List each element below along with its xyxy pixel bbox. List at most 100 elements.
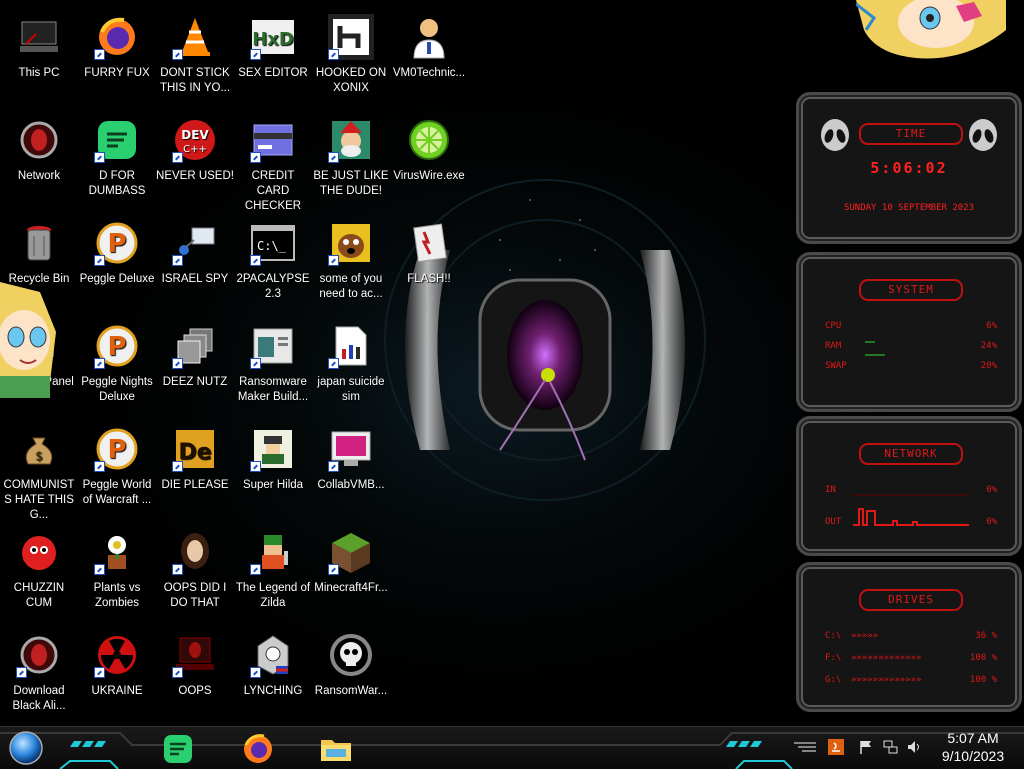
shortcut-arrow-icon xyxy=(94,564,105,575)
desktop-icon-peggle-deluxe[interactable]: P Peggle Deluxe xyxy=(78,214,156,314)
start-orb-icon xyxy=(9,731,43,765)
shortcut-arrow-icon xyxy=(250,667,261,678)
start-button[interactable] xyxy=(6,730,46,766)
taskbar-file-explorer[interactable] xyxy=(316,731,356,767)
lime-icon xyxy=(406,117,452,163)
shortcut-arrow-icon xyxy=(328,461,339,472)
network-traffic-graph xyxy=(853,494,969,526)
desktop-icon-network[interactable]: Network xyxy=(0,111,78,211)
desktop-icon-japan-suicide-sim[interactable]: japan suicide sim xyxy=(312,317,390,417)
desktop-icon-oops-did-i[interactable]: OOPS DID I DO THAT xyxy=(156,523,234,623)
desktop-icon-lynching[interactable]: LYNCHING xyxy=(234,626,312,726)
shortcut-arrow-icon xyxy=(328,564,339,575)
drive-c-bar: »»»»» xyxy=(851,631,879,641)
desktop-icon-chuzzin[interactable]: CHUZZIN CUM xyxy=(0,523,78,623)
desktop-icon-minecraft[interactable]: Minecraft4Fr... xyxy=(312,523,390,623)
shortcut-arrow-icon xyxy=(172,461,183,472)
ram-value: 24% xyxy=(980,341,997,351)
tray-action-center[interactable] xyxy=(858,739,874,755)
tray-volume[interactable] xyxy=(906,739,922,755)
document-icon xyxy=(328,323,374,369)
builder-window-icon xyxy=(250,323,296,369)
desktop-icon-sex-editor[interactable]: HxD SEX EDITOR xyxy=(234,8,312,108)
elf-icon xyxy=(328,117,374,163)
desktop-icon-download-black-alien[interactable]: Download Black Ali... xyxy=(0,626,78,726)
svg-text:HxD: HxD xyxy=(252,29,294,50)
widget-date: SUNDAY 10 SEPTEMBER 2023 xyxy=(843,203,975,213)
desktop-icon-never-used[interactable]: DEV C++ NEVER USED! xyxy=(156,111,234,211)
svg-text:P: P xyxy=(107,229,126,259)
hxd-editor-icon: HxD xyxy=(250,14,296,60)
shortcut-arrow-icon xyxy=(94,152,105,163)
desktop-icon-d-for-dumbass[interactable]: D FOR DUMBASS xyxy=(78,111,156,211)
desktop-icon-collabvm[interactable]: CollabVMB... xyxy=(312,420,390,520)
desktop-icon-peggle-wow[interactable]: P Peggle World of Warcraft ... xyxy=(78,420,156,520)
anime-character-left-decoration xyxy=(0,282,56,398)
ram-row: RAM 24% xyxy=(825,341,997,355)
time-widget: TIME 5:06:02 SUNDAY 10 SEPTEMBER 2023 xyxy=(796,92,1022,244)
desktop-icon-vm0technic[interactable]: VM0Technic... xyxy=(390,8,468,108)
shortcut-arrow-icon xyxy=(250,358,261,369)
desktop-icon-credit-card-checker[interactable]: CREDIT CARD CHECKER xyxy=(234,111,312,212)
java-update-icon xyxy=(832,742,840,752)
cpu-label: CPU xyxy=(825,321,842,331)
computer-icon xyxy=(16,14,62,60)
desktop-icon-some-of-you[interactable]: some of you need to ac... xyxy=(312,214,390,314)
taskbar-spotify[interactable] xyxy=(158,731,198,767)
desktop-icon-communists[interactable]: $ COMMUNISTS HATE THIS G... xyxy=(0,420,78,521)
terminal-icon: C:\_ xyxy=(250,220,296,266)
firefox-icon xyxy=(94,14,140,60)
taskbar-firefox[interactable] xyxy=(238,731,278,767)
drive-c-label: C:\ xyxy=(825,631,842,641)
desktop-icon-die-please[interactable]: De DIE PLEASE xyxy=(156,420,234,520)
desktop-icon-legend-of-zilda[interactable]: The Legend of Zilda xyxy=(234,523,312,623)
desktop-icon-furry-fux[interactable]: FURRY FUX xyxy=(78,8,156,108)
svg-text:De: De xyxy=(178,440,211,465)
desktop-icon-ransomware[interactable]: RansomWar... xyxy=(312,626,390,726)
desktop-icon-be-just-like-the-dude[interactable]: BE JUST LIKE THE DUDE! xyxy=(312,111,390,211)
drive-f-value: 100 % xyxy=(969,653,997,663)
desktop-icon-2pacalypse[interactable]: C:\_ 2PACALYPSE 2.3 xyxy=(234,214,312,314)
shortcut-arrow-icon xyxy=(328,152,339,163)
desktop-icon-oops[interactable]: OOPS xyxy=(156,626,234,726)
desktop-icon-ransomware-maker[interactable]: Ransomware Maker Build... xyxy=(234,317,312,417)
network-widget: NETWORK IN 0% OUT 0% xyxy=(796,416,1022,556)
zilda-icon xyxy=(250,529,296,575)
show-hidden-icons-button[interactable] xyxy=(792,739,818,755)
desktop-icon-deez-nutz[interactable]: DEEZ NUTZ xyxy=(156,317,234,417)
svg-text:P: P xyxy=(107,435,126,465)
desktop-icon-plants-vs-zombies[interactable]: Plants vs Zombies xyxy=(78,523,156,623)
tray-java-update[interactable] xyxy=(828,739,844,755)
desktop-icon-flash[interactable]: FLASH!! xyxy=(390,214,468,314)
shortcut-arrow-icon xyxy=(94,255,105,266)
alien-head-icon xyxy=(821,119,849,151)
tray-network[interactable] xyxy=(882,739,898,755)
desktop-icon-ukraine[interactable]: UKRAINE xyxy=(78,626,156,726)
desktop-icon-hooked-on-xonix[interactable]: HOOKED ON XONIX xyxy=(312,8,390,108)
desktop-icon-viruswire[interactable]: VirusWire.exe xyxy=(390,111,468,211)
drives-widget-title: DRIVES xyxy=(859,589,963,611)
taskbar-clock[interactable]: 5:07 AM 9/10/2023 xyxy=(936,729,1010,765)
shortcut-arrow-icon xyxy=(250,564,261,575)
drive-g-row: G:\ »»»»»»»»»»»»» 100 % xyxy=(825,675,997,689)
money-bag-icon: $ xyxy=(16,426,62,472)
svg-text:C:\_: C:\_ xyxy=(257,239,287,253)
spotify-green-icon xyxy=(94,117,140,163)
network-widget-title: NETWORK xyxy=(859,443,963,465)
desktop-icon-this-pc[interactable]: This PC xyxy=(0,8,78,108)
spy-network-icon xyxy=(172,220,218,266)
shortcut-arrow-icon xyxy=(172,358,183,369)
plant-icon xyxy=(94,529,140,575)
drive-g-label: G:\ xyxy=(825,675,842,685)
desktop-icon-super-hilda[interactable]: Super Hilda xyxy=(234,420,312,520)
shortcut-arrow-icon xyxy=(250,255,261,266)
svg-text:$: $ xyxy=(35,449,43,463)
flash-icon xyxy=(406,220,452,266)
desktop-icon-dont-stick[interactable]: DONT STICK THIS IN YO... xyxy=(156,8,234,108)
shortcut-arrow-icon xyxy=(172,564,183,575)
desktop-icon-israel-spy[interactable]: ISRAEL SPY xyxy=(156,214,234,314)
desktop-icon-peggle-nights[interactable]: P Peggle Nights Deluxe xyxy=(78,317,156,417)
desktop: This PC Network Recycle Bin Control Pane… xyxy=(0,0,1024,726)
shortcut-arrow-icon xyxy=(172,152,183,163)
cpu-row: CPU 6% xyxy=(825,321,997,335)
